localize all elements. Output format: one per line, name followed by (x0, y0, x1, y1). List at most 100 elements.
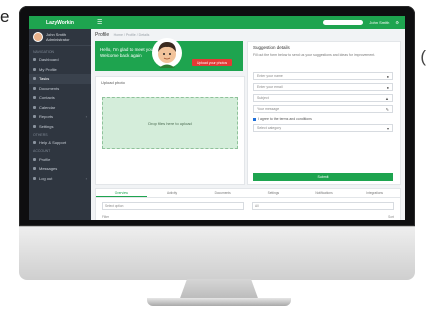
message-field-placeholder: Your message (257, 107, 280, 111)
sidebar-item[interactable]: Reports › (29, 112, 91, 122)
monitor-bezel: LazyWorkin John Smith Administrator NAVI… (19, 6, 415, 226)
filter-label[interactable]: Filter (102, 215, 109, 219)
sidebar-item[interactable]: Log out › (29, 174, 91, 184)
breadcrumb: Home / Profile / Details (113, 33, 150, 37)
upload-card: Upload photo Drop files here to upload (95, 76, 245, 185)
sidebar-item-label: Calendar (39, 104, 56, 110)
upload-photos-button[interactable]: Upload your photos (192, 59, 232, 66)
sidebar-item[interactable]: Tasks (29, 74, 91, 84)
menu-item-icon (33, 67, 36, 71)
sort-row: Filter Sort (96, 214, 400, 220)
tab-notifications[interactable]: Notifications (299, 189, 350, 197)
subject-field-placeholder: Subject (257, 96, 269, 100)
all-select[interactable]: All (252, 202, 394, 210)
user-role: Administrator (46, 37, 70, 42)
menu-item-icon (33, 167, 36, 171)
terms-checkbox[interactable]: I agree to the terms and conditions (253, 117, 312, 121)
name-field[interactable]: Enter your name ● (253, 72, 393, 80)
category-select[interactable]: Select category ▾ (253, 124, 393, 132)
monitor-chin (19, 226, 415, 280)
sidebar-item-label: Dashboard (39, 57, 59, 63)
sidebar: LazyWorkin John Smith Administrator NAVI… (29, 16, 91, 220)
sort-label[interactable]: Sort (388, 215, 394, 219)
sidebar-item-label: Tasks (39, 76, 50, 82)
message-field[interactable]: Your message ✎ (253, 105, 393, 113)
menu-item-icon (33, 115, 36, 119)
app-logo[interactable]: LazyWorkin (29, 16, 91, 29)
sidebar-item-label: Profile (39, 156, 51, 162)
file-dropzone[interactable]: Drop files here to upload (102, 97, 238, 149)
topbar-user[interactable]: John Smith (369, 20, 389, 25)
sidebar-item[interactable]: Messages (29, 164, 91, 174)
top-navbar: ☰ John Smith ⚙ (91, 16, 405, 29)
sidebar-item[interactable]: Documents (29, 84, 91, 94)
sidebar-item-label: ACCOUNT (33, 149, 51, 153)
email-field-placeholder: Enter your email (257, 85, 283, 89)
sidebar-item-label: My Profile (39, 66, 57, 72)
menu-item-icon (33, 58, 36, 62)
avatar (33, 32, 43, 42)
submit-button[interactable]: Submit (253, 173, 393, 181)
tab-documents[interactable]: Documents (197, 189, 248, 197)
boy-avatar-illustration (152, 38, 182, 68)
hamburger-icon[interactable]: ☰ (97, 19, 102, 26)
terms-label: I agree to the terms and conditions (258, 117, 312, 121)
gear-icon[interactable]: ⚙ (395, 20, 399, 25)
tag-icon: ▲ (385, 95, 389, 101)
menu-item-icon (33, 96, 36, 100)
sidebar-item-label: OTHERS (33, 132, 48, 137)
menu-item-icon (33, 157, 36, 161)
menu-item-icon (33, 176, 36, 180)
sidebar-item[interactable]: My Profile (29, 65, 91, 75)
menu-item-icon (33, 124, 36, 128)
welcome-text: Hello, I'm glad to meet you! Welcome bac… (100, 47, 154, 59)
tab-integrations[interactable]: Integrations (349, 189, 400, 197)
sidebar-item-label: NAVIGATION (33, 49, 55, 54)
tab-overview[interactable]: Overview (96, 189, 147, 197)
menu-item-icon (33, 86, 36, 90)
page-title: Profile Home / Profile / Details (95, 32, 149, 38)
chevron-right-icon: › (85, 175, 87, 181)
monitor-screen: LazyWorkin John Smith Administrator NAVI… (29, 16, 405, 220)
sidebar-item-label: Contacts (39, 95, 55, 101)
upload-title: Upload photo (101, 80, 125, 85)
user-box[interactable]: John Smith Administrator (29, 29, 91, 46)
sidebar-item-label: Settings (39, 123, 54, 129)
sidebar-item[interactable]: Calendar (29, 103, 91, 113)
sidebar-section-label: NAVIGATION (29, 48, 91, 55)
sidebar-item-label: Log out (39, 175, 53, 181)
tab-activity[interactable]: Activity (147, 189, 198, 197)
sidebar-menu: NAVIGATION Dashboard My Profile Tasks Docume… (29, 46, 91, 185)
menu-item-icon (33, 77, 36, 81)
sidebar-item-label: Reports (39, 114, 54, 120)
user-icon: ● (386, 73, 389, 79)
chevron-down-icon: ▾ (386, 125, 389, 131)
name-field-placeholder: Enter your name (257, 74, 283, 78)
bottom-tabs-card: Overview Activity Documents Settings Not… (95, 188, 401, 220)
chevron-right-icon: › (85, 114, 87, 120)
page-text-fragment-left: e (0, 7, 10, 26)
sidebar-item[interactable]: Help & Support (29, 138, 91, 148)
sidebar-section-label: OTHERS (29, 131, 91, 138)
sidebar-item[interactable]: Profile (29, 155, 91, 165)
search-input[interactable] (323, 20, 364, 25)
tab-settings[interactable]: Settings (248, 189, 299, 197)
checkbox-icon[interactable] (253, 117, 256, 121)
mail-icon: ● (386, 84, 389, 90)
option-select[interactable]: Select option (102, 202, 244, 210)
apple-logo-icon (212, 241, 224, 255)
menu-item-icon (33, 105, 36, 109)
suggestion-title: Suggestion details (253, 45, 290, 50)
sidebar-item-label: Messages (39, 166, 58, 172)
menu-item-icon (33, 141, 36, 145)
sidebar-item-label: Documents (39, 85, 60, 91)
imac-monitor: LazyWorkin John Smith Administrator NAVI… (19, 6, 415, 310)
suggestion-description: Fill out the form below to send us your … (253, 53, 376, 57)
sidebar-item[interactable]: Contacts (29, 93, 91, 103)
suggestion-card: Suggestion details Fill out the form bel… (247, 41, 401, 185)
sidebar-item[interactable]: Dashboard (29, 55, 91, 65)
subject-field[interactable]: Subject ▲ (253, 94, 393, 102)
email-field[interactable]: Enter your email ● (253, 83, 393, 91)
filter-row: Select option All (96, 198, 400, 214)
sidebar-item[interactable]: Settings (29, 122, 91, 132)
